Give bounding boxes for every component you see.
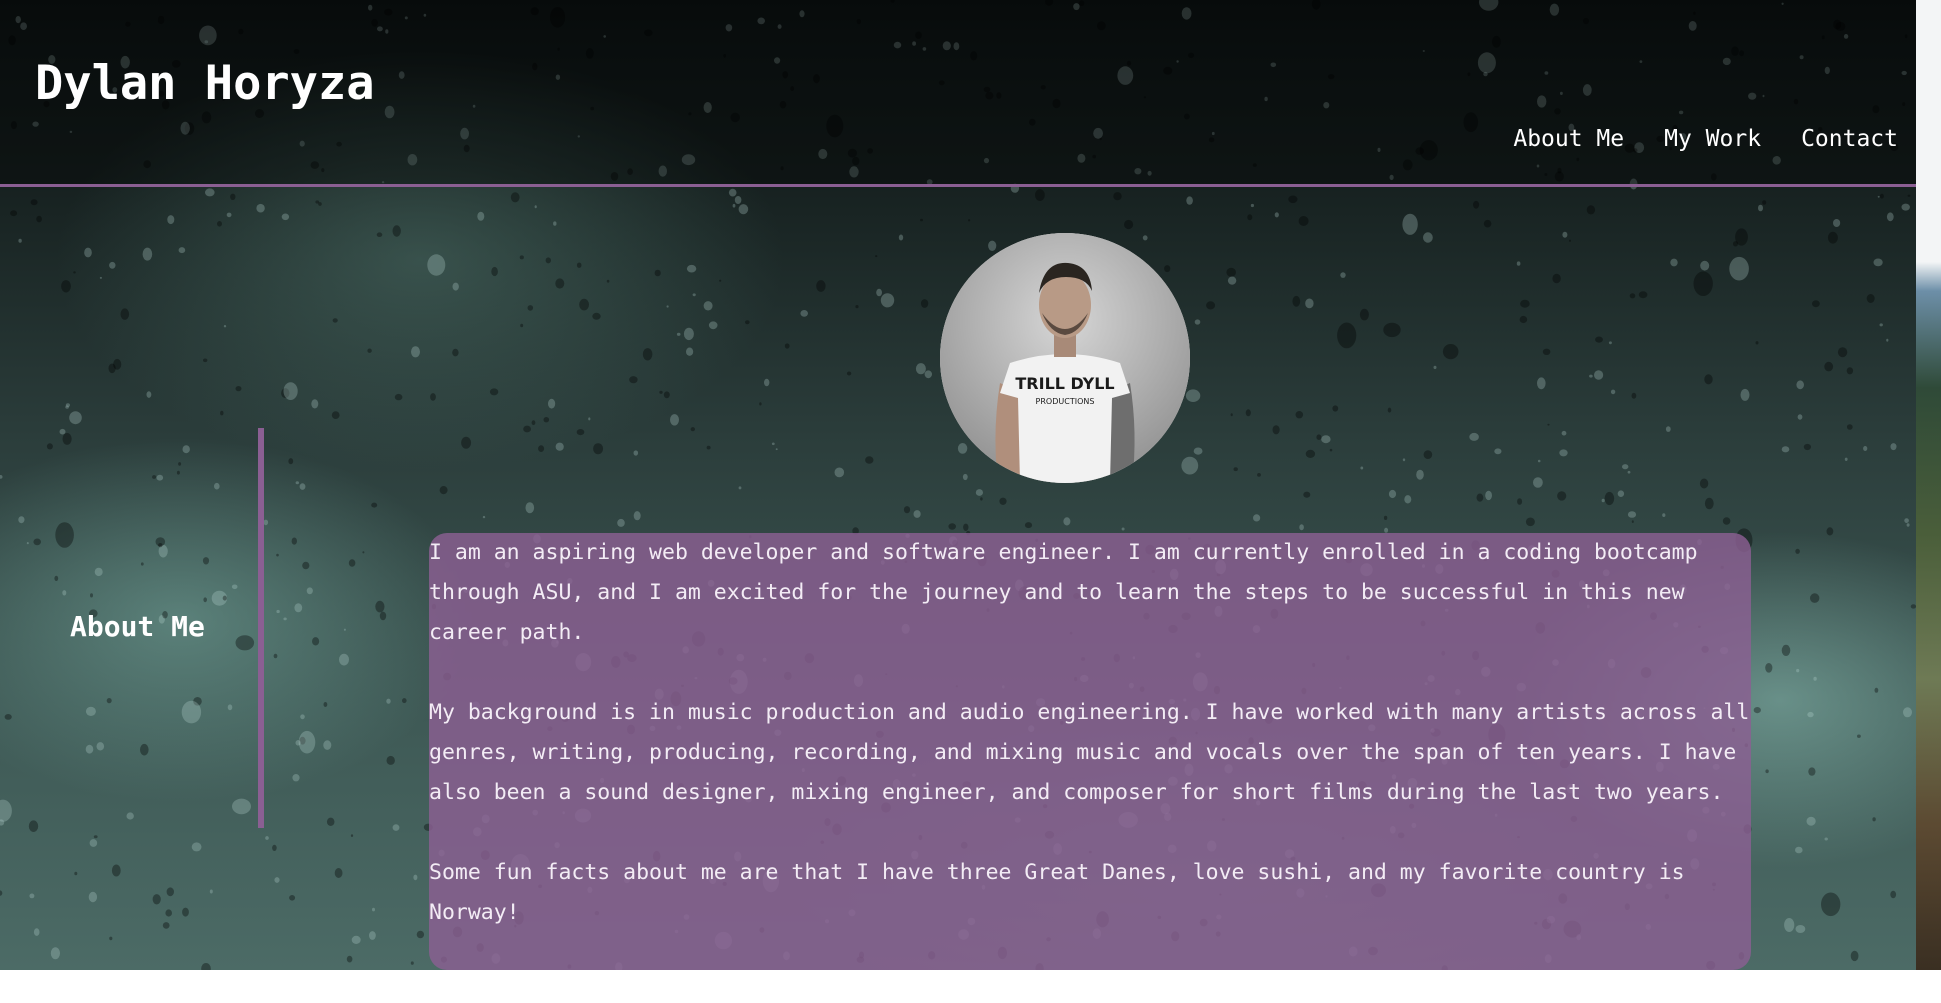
about-paragraph-1: I am an aspiring web developer and softw…: [429, 540, 1698, 645]
profile-photo: TRILL DYLL PRODUCTIONS: [940, 233, 1190, 483]
nav-link-my-work[interactable]: My Work: [1664, 126, 1761, 152]
about-section-divider: [258, 428, 264, 828]
about-paragraph-3: Some fun facts about me are that I have …: [429, 860, 1685, 925]
about-paragraph-2: My background is in music production and…: [429, 700, 1750, 805]
shirt-print-line1: TRILL DYLL: [1015, 374, 1114, 393]
nav-link-about-me[interactable]: About Me: [1513, 126, 1624, 152]
profile-photo-illustration: TRILL DYLL PRODUCTIONS: [940, 233, 1190, 483]
page: Dylan Horyza About Me My Work Contact TR…: [0, 0, 1941, 1003]
nav-link-contact[interactable]: Contact: [1801, 126, 1898, 152]
header-divider: [0, 184, 1916, 187]
background-image-edge: [1916, 0, 1941, 970]
about-me-heading: About Me: [70, 610, 205, 643]
site-header: Dylan Horyza About Me My Work Contact: [0, 0, 1916, 185]
about-me-text: I am an aspiring web developer and softw…: [429, 533, 1759, 973]
main-nav: About Me My Work Contact: [1513, 126, 1898, 152]
shirt-print-line2: PRODUCTIONS: [1036, 397, 1095, 406]
site-title[interactable]: Dylan Horyza: [35, 56, 375, 111]
